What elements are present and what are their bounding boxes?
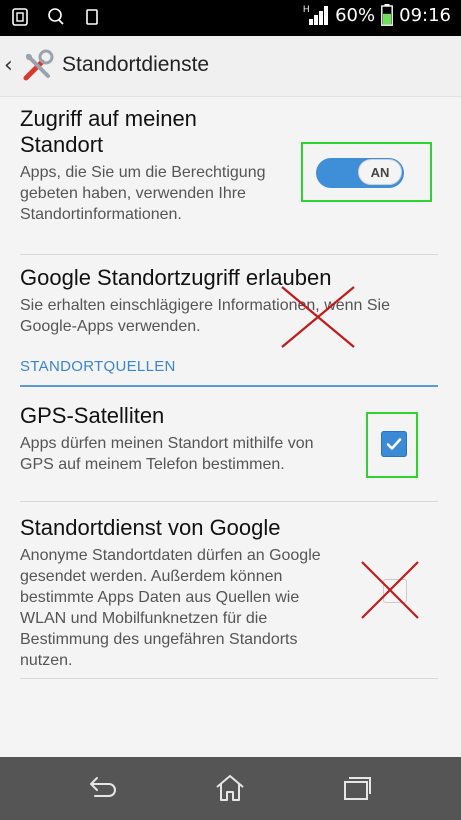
setting-title: Google Standortzugriff erlauben: [20, 265, 332, 290]
status-bar: H 60% 09:16: [0, 0, 461, 36]
setting-google-location-service[interactable]: Standortdienst von Google Anonyme Stando…: [20, 515, 438, 679]
back-icon[interactable]: [85, 773, 119, 803]
signal-icon: H: [303, 4, 329, 25]
clock: 09:16: [399, 4, 451, 26]
location-toggle[interactable]: AN: [316, 158, 404, 188]
tools-icon[interactable]: [20, 48, 56, 84]
setting-summary: Apps dürfen meinen Standort mithilfe von…: [20, 435, 314, 473]
google-service-checkbox[interactable]: [383, 579, 407, 603]
toggle-label: AN: [358, 159, 402, 185]
category-divider: [20, 385, 438, 387]
recent-apps-icon[interactable]: [340, 773, 374, 803]
setting-summary: Sie erhalten einschlägigere Informatione…: [20, 297, 391, 335]
page-title: Standortdienste: [62, 53, 210, 76]
svg-text:H: H: [303, 4, 310, 14]
up-navigation-icon[interactable]: ‹: [4, 53, 13, 78]
setting-summary: Apps, die Sie um die Berechtigung gebete…: [20, 164, 266, 223]
setting-title: Standortdienst von Google: [20, 515, 281, 540]
navigation-bar: [0, 757, 461, 820]
home-icon[interactable]: [213, 773, 247, 803]
notification-icon: [86, 9, 98, 25]
category-header: STANDORTQUELLEN: [20, 358, 176, 375]
setting-title: Zugriff auf meinen Standort: [20, 106, 197, 157]
action-bar: ‹ Standortdienste: [0, 36, 461, 97]
gps-checkbox[interactable]: [381, 431, 407, 457]
screenshot-icon: [12, 8, 28, 26]
location-icon: [48, 8, 64, 25]
battery-icon: [381, 4, 394, 26]
setting-summary: Anonyme Standortdaten dürfen an Google g…: [20, 547, 321, 669]
battery-percent: 60%: [335, 4, 376, 26]
setting-google-location-access[interactable]: Google Standortzugriff erlauben Sie erha…: [20, 265, 438, 352]
checkmark-icon: [386, 438, 402, 450]
